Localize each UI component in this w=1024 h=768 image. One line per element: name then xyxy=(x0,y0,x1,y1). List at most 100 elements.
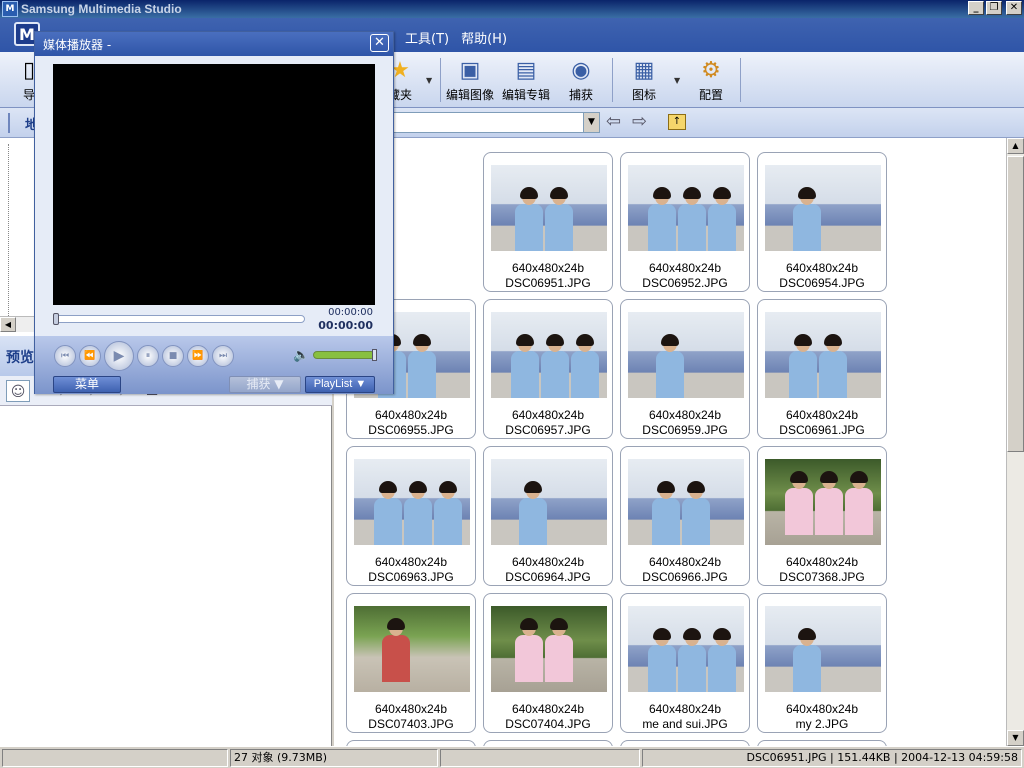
scroll-left-icon[interactable]: ◀ xyxy=(0,317,16,332)
close-button[interactable]: ✕ xyxy=(1006,1,1022,15)
seek-bar[interactable] xyxy=(53,313,305,325)
title-bar: M Samsung Multimedia Studio _ ❐ ✕ xyxy=(0,0,1024,18)
thumbnail-grid: x480x24bue and me.j...640x480x24bDSC0695… xyxy=(334,138,1006,746)
photo-figure xyxy=(819,334,847,398)
thumbnail-filename: DSC06957.JPG xyxy=(505,423,591,437)
menu-tools[interactable]: 工具(T) xyxy=(405,28,449,47)
fast-forward-icon[interactable]: ⏩ xyxy=(187,345,209,367)
thumbnail-card[interactable]: 640x480x24b DSC06951.JPG xyxy=(483,152,613,292)
thumbnail-card[interactable]: 640x480x24b DSC06961.JPG xyxy=(757,299,887,439)
tree-guide-line xyxy=(8,144,9,320)
thumbnail-filename: DSC07368.JPG xyxy=(779,570,865,584)
thumbnail-card[interactable]: 640x480x24b DSC06963.JPG xyxy=(346,446,476,586)
thumbnail-card[interactable]: 640x480x24b DSC06964.JPG xyxy=(483,446,613,586)
volume-slider[interactable] xyxy=(313,349,377,361)
video-screen[interactable] xyxy=(53,64,375,305)
thumbnail-image xyxy=(491,459,607,545)
thumbnail-filename: DSC06963.JPG xyxy=(368,570,454,584)
thumbnail-card[interactable]: 640x480x24b DSC06954.JPG xyxy=(757,152,887,292)
photo-figure xyxy=(815,471,843,545)
app-icon: M xyxy=(2,1,18,17)
icon-view-button[interactable]: ▦ 图标 xyxy=(616,56,672,104)
thumbnail-image xyxy=(354,606,470,692)
address-grip xyxy=(8,113,10,133)
settings-button[interactable]: ⚙ 配置 xyxy=(683,56,739,104)
thumbnail-card[interactable]: 640x480x24b DSC07368.JPG xyxy=(757,446,887,586)
scroll-thumb[interactable] xyxy=(1007,156,1024,452)
playlist-button[interactable]: PlayList ▼ xyxy=(305,376,375,393)
photo-figure xyxy=(789,334,817,398)
seek-knob[interactable] xyxy=(53,313,59,325)
play-icon[interactable]: ▶ xyxy=(104,341,134,371)
minimize-button[interactable]: _ xyxy=(968,1,984,15)
photo-figure xyxy=(374,481,402,545)
capture-button[interactable]: ◉ 捕获 xyxy=(553,56,609,104)
thumbnail-card[interactable]: 640x480x24b DSC06959.JPG xyxy=(620,299,750,439)
favorites-dropdown-icon[interactable]: ▼ xyxy=(426,76,432,85)
status-cell-empty xyxy=(440,749,640,767)
thumbnail-filename: DSC06952.JPG xyxy=(642,276,728,290)
photo-figure xyxy=(648,187,676,251)
skip-end-icon[interactable]: ⏭ xyxy=(212,345,234,367)
thumbnail-card[interactable]: 640x480x24b DSC06952.JPG xyxy=(620,152,750,292)
thumbnail-card[interactable]: 640x480x24b me and sui.JPG xyxy=(620,593,750,733)
photo-figure xyxy=(785,471,813,545)
thumbnail-image xyxy=(765,312,881,398)
thumbnail-card[interactable]: 640x480x24b DSC07403.JPG xyxy=(346,593,476,733)
thumbnail-dimensions: 640x480x24b xyxy=(648,408,722,422)
settings-icon: ⚙ xyxy=(701,57,721,83)
photo-figure xyxy=(408,334,436,398)
scroll-down-icon[interactable]: ▼ xyxy=(1007,730,1024,746)
edit-image-button[interactable]: ▣ 编辑图像 xyxy=(442,56,498,104)
photo-figure xyxy=(404,481,432,545)
pause-icon[interactable]: ⏸ xyxy=(137,345,159,367)
thumbnail-dimensions: 640x480x24b xyxy=(785,408,859,422)
player-title-bar: 媒体播放器 - ✕ xyxy=(35,32,393,56)
thumbnail-filename: DSC06951.JPG xyxy=(505,276,591,290)
photo-figure xyxy=(652,481,680,545)
photo-figure xyxy=(648,628,676,692)
thumbnail-filename: DSC06954.JPG xyxy=(779,276,865,290)
skip-start-icon[interactable]: ⏮ xyxy=(54,345,76,367)
volume-knob[interactable] xyxy=(372,349,377,361)
thumbnail-image xyxy=(354,459,470,545)
object-count: 27 对象 (9.73MB) xyxy=(230,749,438,767)
menu-help[interactable]: 帮助(H) xyxy=(461,28,507,47)
stop-icon[interactable]: ■ xyxy=(162,345,184,367)
thumbnail-card[interactable]: 640x480x24b DSC07404.JPG xyxy=(483,593,613,733)
grid-view-icon: ▦ xyxy=(633,57,655,83)
photo-figure xyxy=(515,618,543,692)
vertical-scrollbar[interactable]: ▲ ▼ xyxy=(1006,138,1024,746)
thumbnail-card[interactable]: 640x480x24b DSC06957.JPG xyxy=(483,299,613,439)
thumbnail-card[interactable]: 640x480x24b DSC06966.JPG xyxy=(620,446,750,586)
thumbnail-image xyxy=(628,606,744,692)
address-dropdown-icon[interactable]: ▼ xyxy=(583,113,599,132)
player-capture-button[interactable]: 捕获 ▼ xyxy=(229,376,301,393)
photo-figure xyxy=(545,187,573,251)
thumbnail-dimensions: 640x480x24b xyxy=(374,408,448,422)
address-combo[interactable]: ▼ xyxy=(392,112,600,133)
rewind-icon[interactable]: ⏪ xyxy=(79,345,101,367)
volume-icon[interactable]: 🔈 xyxy=(293,348,309,363)
player-close-button[interactable]: ✕ xyxy=(370,34,389,52)
photo-figure xyxy=(678,628,706,692)
toolbar-separator xyxy=(440,58,441,102)
thumbnail-dimensions: 640x480x24b xyxy=(648,555,722,569)
thumbnail-filename: DSC06966.JPG xyxy=(642,570,728,584)
thumbnail-filename: me and sui.JPG xyxy=(642,717,728,731)
forward-arrow-icon[interactable]: ⇨ xyxy=(632,113,647,131)
thumbnail-image xyxy=(628,459,744,545)
player-menu-button[interactable]: 菜单 xyxy=(53,376,121,393)
photo-figure xyxy=(382,618,410,692)
thumbnail-dimensions: 640x480x24b xyxy=(374,555,448,569)
thumbnail-card[interactable]: 640x480x24b my 2.JPG xyxy=(757,593,887,733)
photo-figure xyxy=(682,481,710,545)
photo-figure xyxy=(678,187,706,251)
folder-up-icon[interactable]: ↑ xyxy=(668,114,686,130)
preview-person-icon[interactable]: ☺ xyxy=(6,380,30,402)
view-dropdown-icon[interactable]: ▼ xyxy=(674,76,680,85)
maximize-button[interactable]: ❐ xyxy=(986,1,1002,15)
scroll-up-icon[interactable]: ▲ xyxy=(1007,138,1024,154)
back-arrow-icon[interactable]: ⇦ xyxy=(606,113,621,131)
edit-album-button[interactable]: ▤ 编辑专辑 xyxy=(498,56,554,104)
